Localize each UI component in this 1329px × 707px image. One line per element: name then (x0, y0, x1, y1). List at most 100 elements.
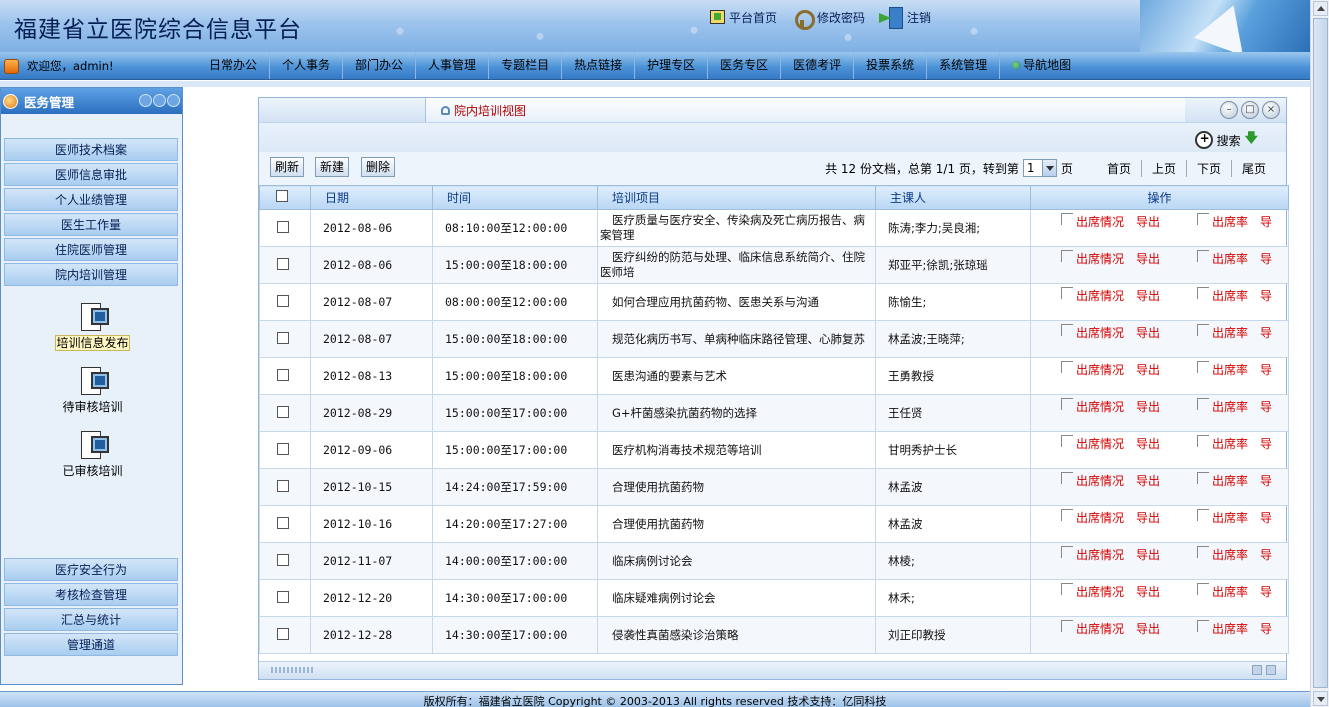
attendance-rate-link[interactable]: 出席率 (1212, 585, 1248, 599)
table-row[interactable]: 2012-10-15 14:24:00至17:59:00 合理使用抗菌药物 林孟波 出席… (259, 468, 1289, 506)
project-link[interactable]: 合理使用抗菌药物 (600, 517, 873, 532)
export-link[interactable]: 导出 (1135, 326, 1161, 340)
delete-button[interactable]: 删除 (361, 157, 396, 177)
maximize-icon[interactable] (153, 94, 166, 107)
sidebar-item[interactable]: 住院医师管理 (4, 238, 178, 261)
attendance-rate-link[interactable]: 出席率 (1212, 215, 1248, 229)
minimize-icon[interactable]: – (1220, 101, 1238, 119)
table-row[interactable]: 2012-08-06 15:00:00至18:00:00 医疗纠纷的防范与处理、临床… (259, 246, 1289, 284)
project-link[interactable]: 医疗机构消毒技术规范等培训 (600, 443, 873, 458)
rate-checkbox[interactable] (1197, 472, 1209, 484)
cell-project[interactable]: G+杆菌感染抗菌药物的选择 (597, 394, 876, 432)
attendance-link[interactable]: 出席情况 (1076, 289, 1124, 303)
attendance-link[interactable]: 出席情况 (1076, 548, 1124, 562)
new-button[interactable]: 新建 (315, 157, 350, 177)
row-checkbox[interactable] (277, 294, 289, 307)
rate-checkbox[interactable] (1197, 435, 1209, 447)
project-link[interactable]: 合理使用抗菌药物 (600, 480, 873, 495)
first-page-link[interactable]: 首页 (1097, 160, 1131, 177)
attendance-checkbox[interactable] (1061, 435, 1073, 447)
project-link[interactable]: 医疗纠纷的防范与处理、临床信息系统简介、住院医师培 (600, 250, 873, 280)
scroll-up-icon[interactable] (1313, 1, 1328, 16)
menu-item[interactable]: 个人事务 (269, 52, 342, 79)
export-rate-link[interactable]: 导 (1260, 511, 1272, 525)
table-row[interactable]: 2012-12-28 14:30:00至17:00:00 侵袭性真菌感染诊治策略 刘正… (259, 616, 1289, 654)
menu-item[interactable]: 医德考评 (780, 52, 853, 79)
sidebar-item[interactable]: 院内培训管理 (4, 263, 178, 286)
export-link[interactable]: 导出 (1135, 289, 1161, 303)
attendance-checkbox[interactable] (1061, 472, 1073, 484)
row-checkbox[interactable] (277, 257, 289, 270)
row-checkbox[interactable] (277, 368, 289, 381)
rate-checkbox[interactable] (1197, 620, 1209, 632)
rate-checkbox[interactable] (1197, 583, 1209, 595)
scroll-thumb[interactable] (1313, 18, 1328, 688)
export-link[interactable]: 导出 (1135, 252, 1161, 266)
cell-project[interactable]: 医疗质量与医疗安全、传染病及死亡病历报告、病案管理 (597, 209, 876, 247)
menu-item[interactable]: 热点链接 (561, 52, 634, 79)
rate-checkbox[interactable] (1197, 287, 1209, 299)
row-checkbox[interactable] (277, 479, 289, 492)
export-rate-link[interactable]: 导 (1260, 585, 1272, 599)
table-row[interactable]: 2012-08-07 15:00:00至18:00:00 规范化病历书写、单病种临床… (259, 320, 1289, 358)
table-row[interactable]: 2012-08-07 08:00:00至12:00:00 如何合理应用抗菌药物、医患… (259, 283, 1289, 321)
rate-checkbox[interactable] (1197, 509, 1209, 521)
export-link[interactable]: 导出 (1135, 437, 1161, 451)
export-rate-link[interactable]: 导 (1260, 548, 1272, 562)
table-row[interactable]: 2012-08-13 15:00:00至18:00:00 医患沟通的要素与艺术 王勇教… (259, 357, 1289, 395)
attendance-link[interactable]: 出席情况 (1076, 400, 1124, 414)
menu-item[interactable]: 部门办公 (342, 52, 415, 79)
attendance-checkbox[interactable] (1061, 213, 1073, 225)
row-checkbox[interactable] (277, 331, 289, 344)
select-all-checkbox[interactable] (276, 190, 288, 202)
scroll-right-icon[interactable] (1266, 665, 1276, 675)
scroll-left-icon[interactable] (1252, 665, 1262, 675)
cell-project[interactable]: 侵袭性真菌感染诊治策略 (597, 616, 876, 654)
export-rate-link[interactable]: 导 (1260, 400, 1272, 414)
attendance-checkbox[interactable] (1061, 361, 1073, 373)
menu-item[interactable]: 护理专区 (634, 52, 707, 79)
attendance-rate-link[interactable]: 出席率 (1212, 437, 1248, 451)
export-rate-link[interactable]: 导 (1260, 363, 1272, 377)
column-header-teacher[interactable]: 主课人 (875, 185, 1031, 210)
logout-link[interactable]: 注销 (879, 7, 931, 29)
attendance-checkbox[interactable] (1061, 287, 1073, 299)
cell-project[interactable]: 规范化病历书写、单病种临床路径管理、心肺复苏 (597, 320, 876, 358)
attendance-checkbox[interactable] (1061, 620, 1073, 632)
attendance-rate-link[interactable]: 出席率 (1212, 548, 1248, 562)
menu-item-map[interactable]: 导航地图 (999, 52, 1083, 79)
sidebar-item[interactable]: 个人业绩管理 (4, 188, 178, 211)
sidebar-item[interactable]: 医疗安全行为 (4, 558, 178, 581)
attendance-rate-link[interactable]: 出席率 (1212, 289, 1248, 303)
cell-project[interactable]: 医疗纠纷的防范与处理、临床信息系统简介、住院医师培 (597, 246, 876, 284)
project-link[interactable]: 如何合理应用抗菌药物、医患关系与沟通 (600, 295, 873, 310)
rate-checkbox[interactable] (1197, 546, 1209, 558)
attendance-link[interactable]: 出席情况 (1076, 252, 1124, 266)
row-checkbox[interactable] (277, 442, 289, 455)
refresh-button[interactable]: 刷新 (270, 157, 305, 177)
project-link[interactable]: 规范化病历书写、单病种临床路径管理、心肺复苏 (600, 332, 873, 347)
export-link[interactable]: 导出 (1135, 474, 1161, 488)
sidebar-item[interactable]: 医师信息审批 (4, 163, 178, 186)
export-link[interactable]: 导出 (1135, 215, 1161, 229)
scroll-down-icon[interactable] (1313, 691, 1328, 706)
table-row[interactable]: 2012-11-07 14:00:00至17:00:00 临床病例讨论会 林棱; 出席情… (259, 542, 1289, 580)
table-row[interactable]: 2012-09-06 15:00:00至17:00:00 医疗机构消毒技术规范等培训… (259, 431, 1289, 469)
attendance-link[interactable]: 出席情况 (1076, 215, 1124, 229)
rate-checkbox[interactable] (1197, 361, 1209, 373)
attendance-checkbox[interactable] (1061, 250, 1073, 262)
sidebar-item[interactable]: 汇总与统计 (4, 608, 178, 631)
row-checkbox[interactable] (277, 516, 289, 529)
export-link[interactable]: 导出 (1135, 363, 1161, 377)
close-icon[interactable]: × (1262, 101, 1280, 119)
home-link[interactable]: 平台首页 (710, 9, 777, 26)
table-row[interactable]: 2012-10-16 14:20:00至17:27:00 合理使用抗菌药物 林孟波 出席… (259, 505, 1289, 543)
attendance-rate-link[interactable]: 出席率 (1212, 511, 1248, 525)
attendance-link[interactable]: 出席情况 (1076, 326, 1124, 340)
project-link[interactable]: G+杆菌感染抗菌药物的选择 (600, 406, 873, 421)
cell-project[interactable]: 医患沟通的要素与艺术 (597, 357, 876, 395)
attendance-rate-link[interactable]: 出席率 (1212, 252, 1248, 266)
last-page-link[interactable]: 尾页 (1230, 159, 1266, 177)
export-rate-link[interactable]: 导 (1260, 474, 1272, 488)
attendance-rate-link[interactable]: 出席率 (1212, 326, 1248, 340)
